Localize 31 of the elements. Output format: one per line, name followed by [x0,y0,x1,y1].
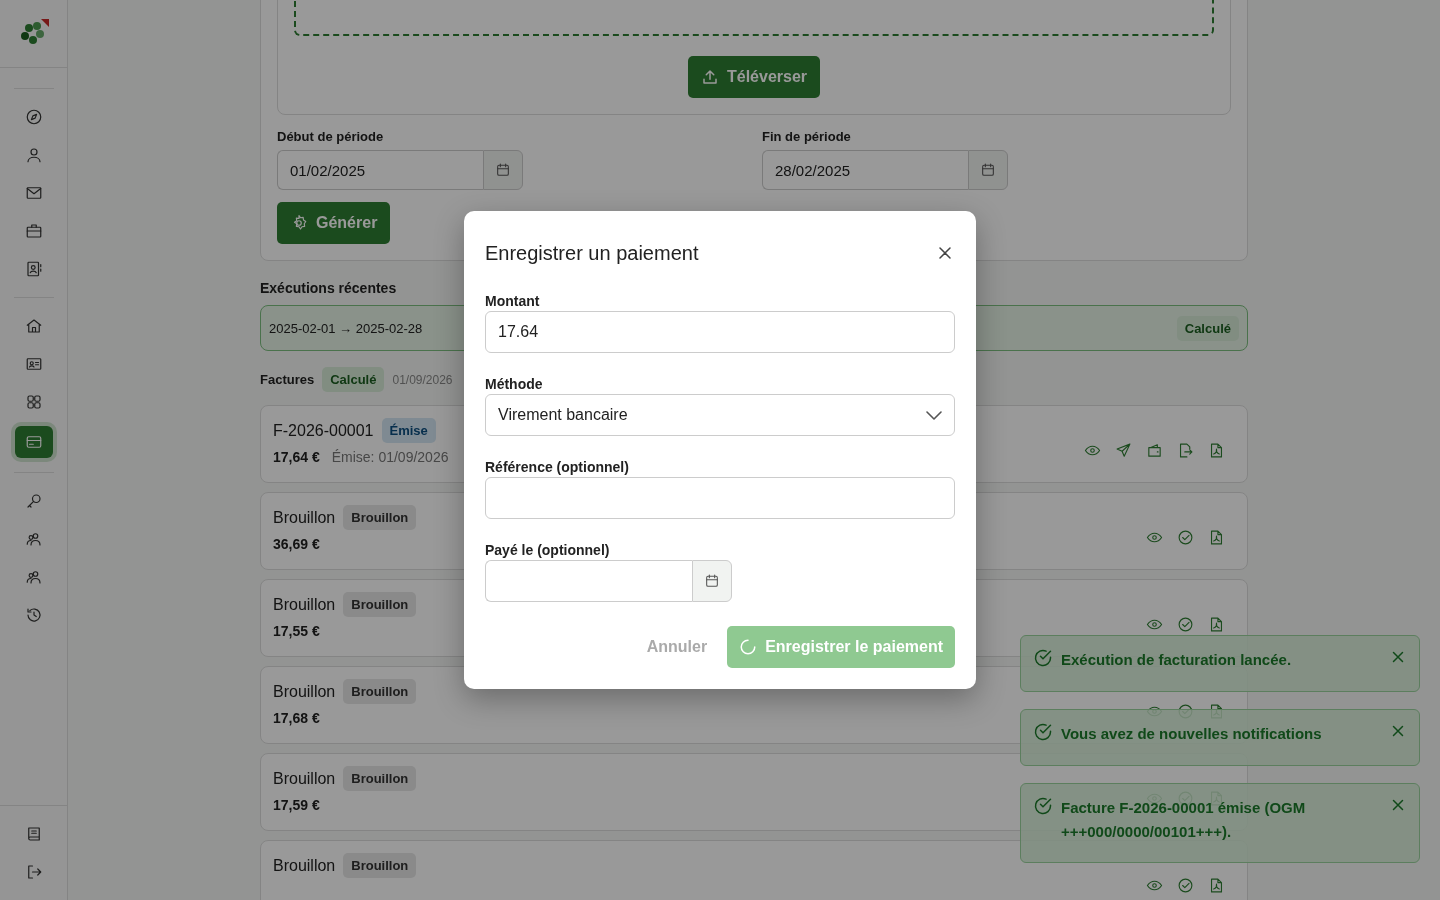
invoice-title: Brouillon [273,508,336,527]
status-badge: Calculé [322,367,385,392]
status-badge: Brouillon [343,505,417,530]
invoice-title: Brouillon [273,769,336,788]
status-badge: Émise [381,418,436,443]
invoice-amount: 36,69 € [273,536,320,552]
field-label: Référence (optionnel) [485,459,630,475]
status-badge: Brouillon [343,679,417,704]
status-badge: Brouillon [343,766,417,791]
status-badge: Brouillon [343,592,417,617]
invoice-amount: 17,55 € [273,623,320,639]
field-label: Fin de période [762,129,852,144]
invoice-amount: 17,64 € [273,449,320,465]
issue-date: Émise: 01/09/2026 [331,449,449,465]
invoice-title: F-2026-00001 [273,421,374,440]
invoice-title: Brouillon [273,856,336,875]
status-badge: Brouillon [343,853,417,878]
dialog-title: Enregistrer un paiement [485,241,699,265]
field-label: Montant [485,293,541,309]
field-label: Début de période [277,129,385,144]
invoice-title: Brouillon [273,682,336,701]
status-badge: Calculé [1176,315,1239,341]
section-title: Exécutions récentes [260,280,398,296]
section-title: Factures [260,372,315,387]
invoice-title: Brouillon [273,595,336,614]
field-label: Méthode [485,376,544,392]
invoice-amount: 17,68 € [273,710,320,726]
field-label: Payé le (optionnel) [485,542,611,558]
run-date: 01/09/2026 [392,372,453,387]
run-period: 2025-02-01 → 2025-02-28 [269,320,423,336]
invoice-amount: 17,59 € [273,797,320,813]
